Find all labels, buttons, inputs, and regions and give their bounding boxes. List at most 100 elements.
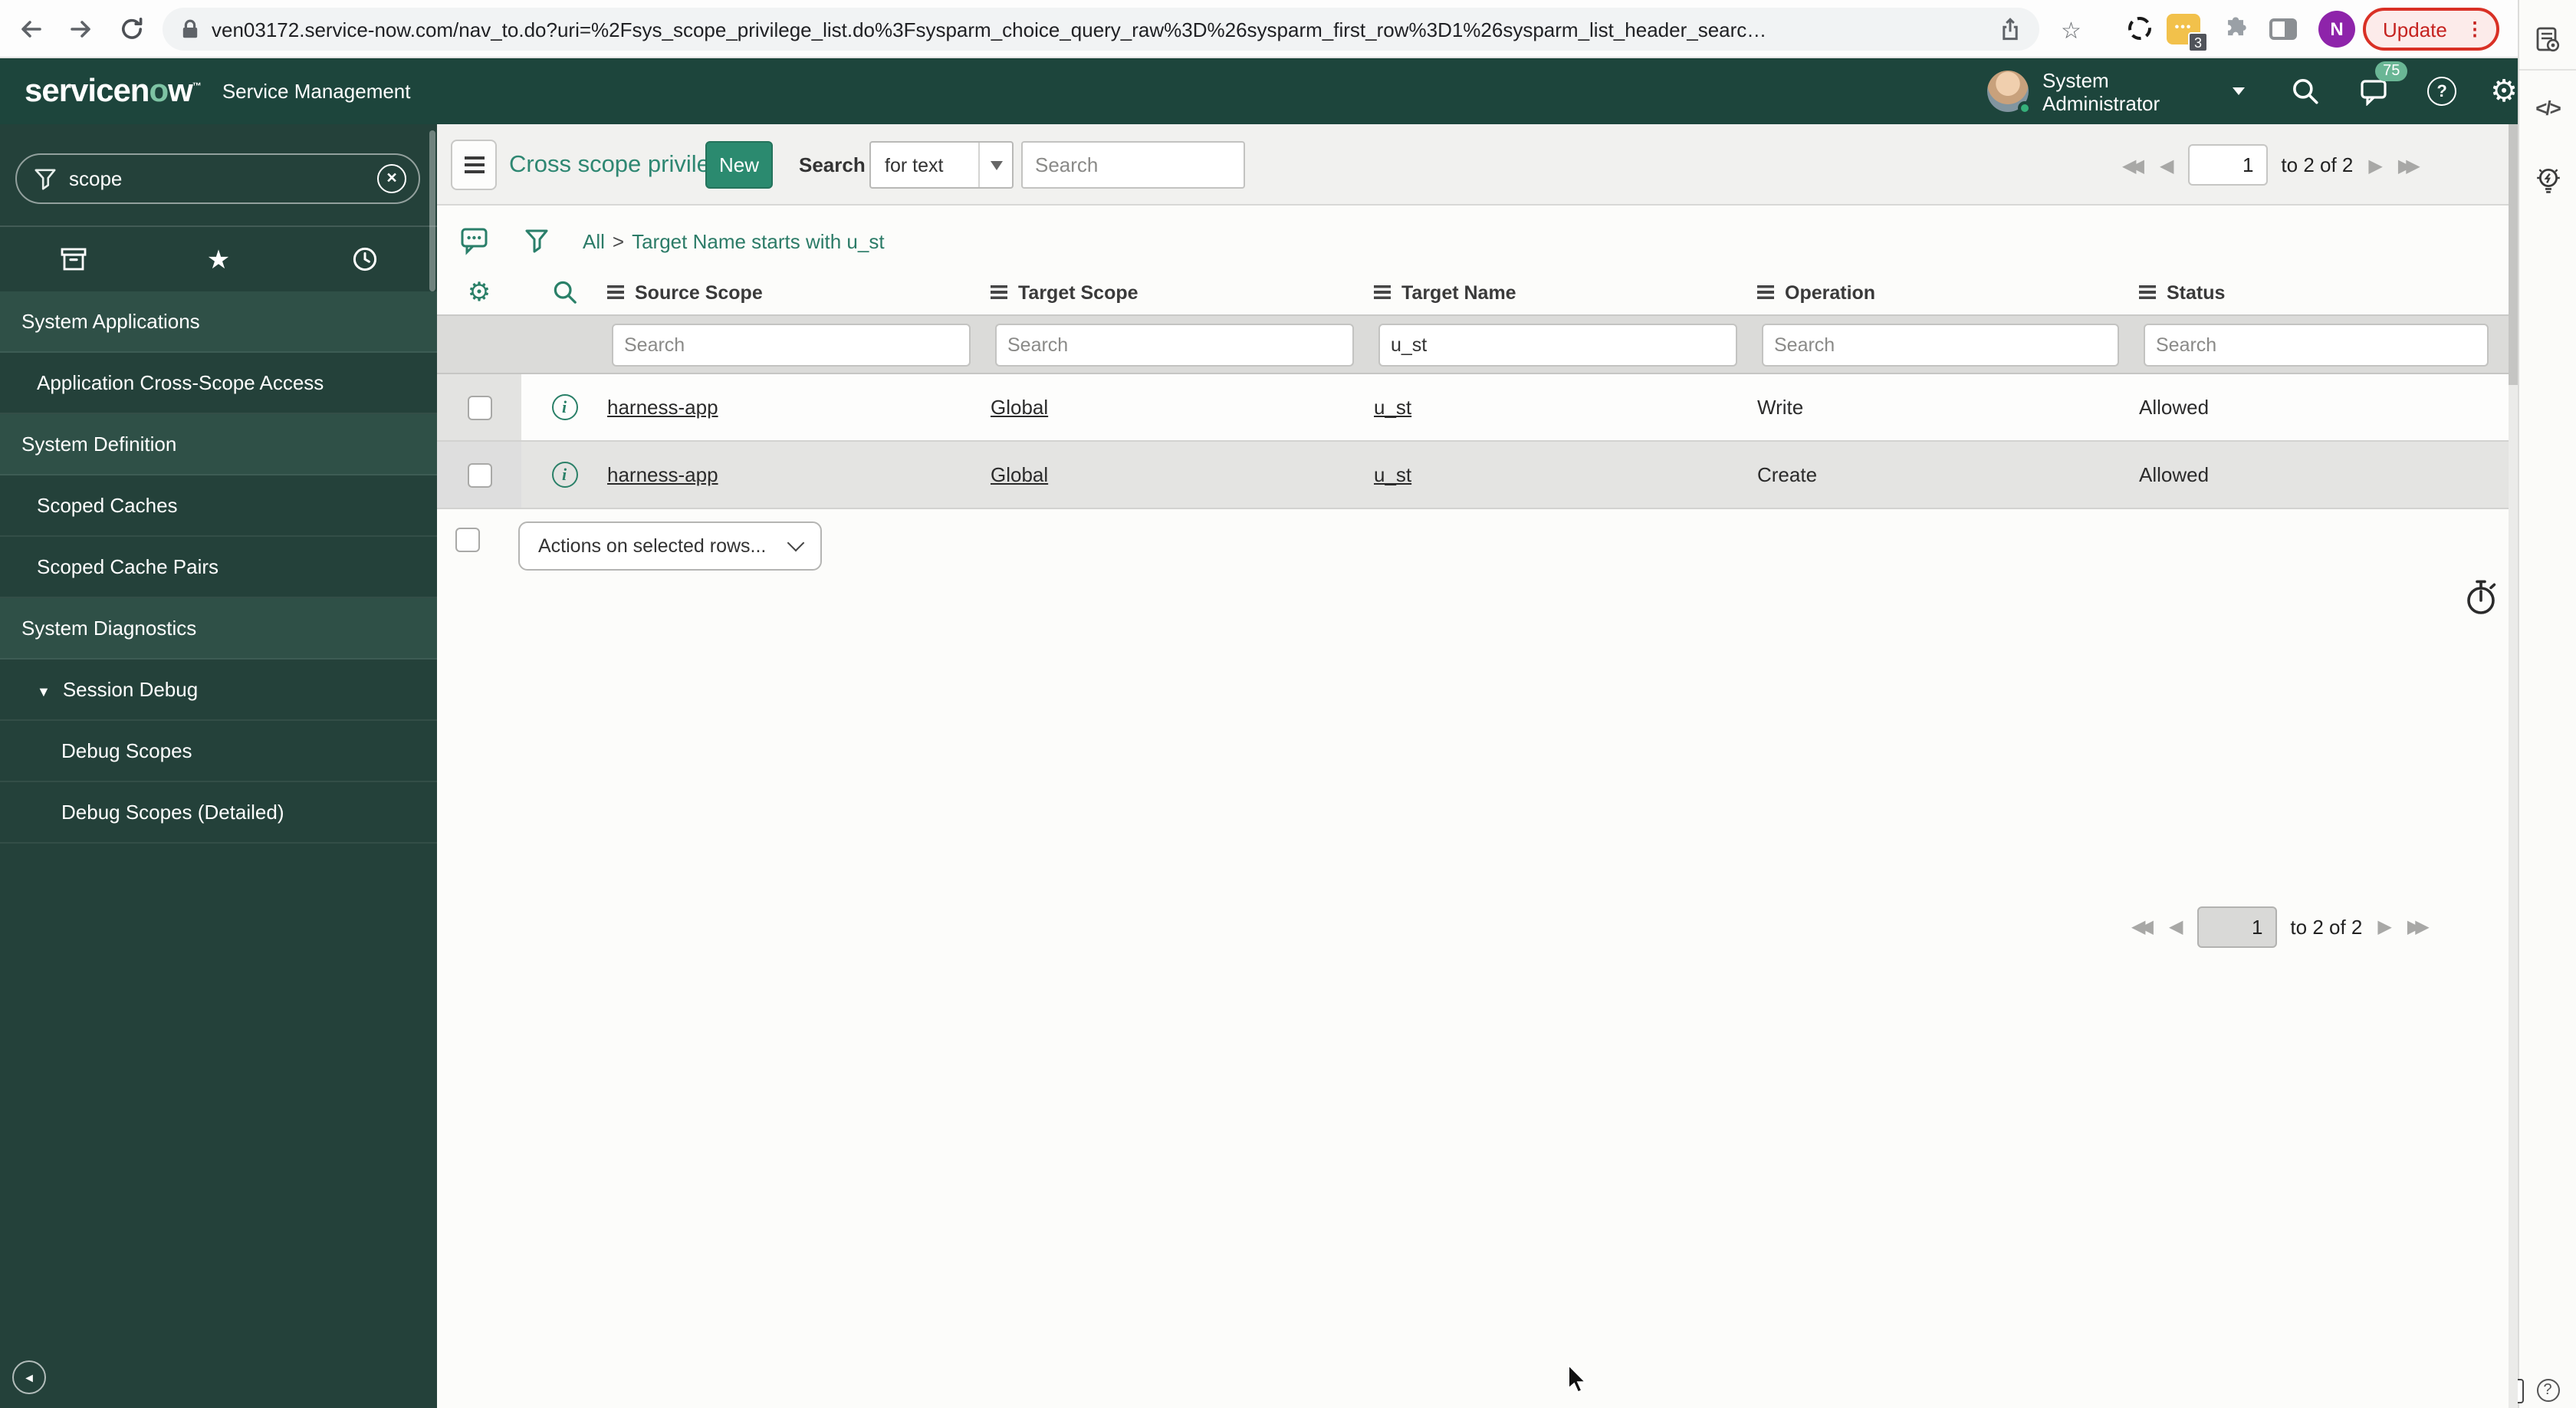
user-avatar[interactable] <box>1987 71 2032 115</box>
url-text[interactable]: ven03172.service-now.com/nav_to.do?uri=%… <box>212 18 1987 41</box>
extensions-puzzle-icon[interactable] <box>2223 14 2252 43</box>
page-number-input[interactable] <box>2187 144 2268 186</box>
first-page-icon[interactable]: ◀◀ <box>2122 154 2144 176</box>
navigator-tabs: ★ <box>0 225 437 291</box>
record-info-icon[interactable]: i <box>551 394 577 420</box>
select-chevron-icon <box>787 534 805 552</box>
column-header-target-scope[interactable]: Target Scope <box>991 281 1374 303</box>
column-menu-icon[interactable] <box>991 285 1007 299</box>
user-menu[interactable]: System Administrator <box>2042 68 2220 114</box>
next-page-icon[interactable]: ▶ <box>2377 916 2391 937</box>
address-bar[interactable]: ven03172.service-now.com/nav_to.do?uri=%… <box>163 8 2039 51</box>
help-mini-icon[interactable]: ? <box>2536 1379 2559 1402</box>
global-search-icon[interactable] <box>2291 77 2320 106</box>
breadcrumb-filter-link[interactable]: Target Name starts with u_st <box>632 229 884 252</box>
breadcrumb: All > Target Name starts with u_st <box>583 229 885 252</box>
filter-status-input[interactable] <box>2144 323 2489 366</box>
list-settings-gear-icon[interactable]: ⚙ <box>437 279 521 305</box>
filter-source-scope-input[interactable] <box>612 323 971 366</box>
page-range-label: to 2 of 2 <box>2290 915 2363 938</box>
tab-favorites[interactable]: ★ <box>146 246 291 272</box>
actions-select[interactable]: Actions on selected rows... <box>518 521 822 571</box>
target-name-link[interactable]: u_st <box>1374 463 1411 486</box>
sidebar-item-system-diagnostics[interactable]: System Diagnostics <box>0 598 437 660</box>
source-scope-link[interactable]: harness-app <box>607 463 718 486</box>
sidebar-item-session-debug[interactable]: ▼ Session Debug <box>0 660 437 721</box>
sidebar-item-scoped-caches[interactable]: Scoped Caches <box>0 475 437 537</box>
sidebar-item-system-definition[interactable]: System Definition <box>0 414 437 475</box>
list-chat-icon[interactable] <box>460 226 491 255</box>
next-page-icon[interactable]: ▶ <box>2368 154 2382 176</box>
column-search-toggle-icon[interactable] <box>521 279 607 305</box>
browser-profile-avatar[interactable]: N <box>2318 11 2355 48</box>
reading-list-icon[interactable] <box>2534 26 2561 54</box>
target-name-link[interactable]: u_st <box>1374 396 1411 419</box>
operation-cell: Create <box>1757 463 1818 486</box>
notes-extension-icon[interactable]: ••• 3 <box>2167 14 2208 52</box>
column-menu-icon[interactable] <box>2139 285 2156 299</box>
sidebar-item-application-cross-scope-access[interactable]: Application Cross-Scope Access <box>0 353 437 414</box>
lightbulb-icon[interactable] <box>2532 164 2563 198</box>
column-header-target-name[interactable]: Target Name <box>1374 281 1757 303</box>
browser-forward-icon[interactable] <box>67 15 95 43</box>
record-info-icon[interactable]: i <box>551 462 577 488</box>
sidebar-item-debug-scopes[interactable]: Debug Scopes <box>0 721 437 782</box>
page-number-input[interactable] <box>2196 906 2277 947</box>
column-menu-icon[interactable] <box>1757 285 1774 299</box>
target-scope-link[interactable]: Global <box>991 396 1048 419</box>
source-scope-link[interactable]: harness-app <box>607 396 718 419</box>
navigator-filter-box[interactable]: ✕ <box>15 153 420 204</box>
browser-back-icon[interactable] <box>17 15 44 43</box>
navigator-filter-input[interactable] <box>69 167 365 190</box>
chat-icon[interactable]: 75 <box>2360 61 2408 105</box>
collapse-sidebar-button[interactable]: ◄ <box>12 1360 46 1394</box>
sidebar-item-scoped-cache-pairs[interactable]: Scoped Cache Pairs <box>0 537 437 598</box>
new-record-button[interactable]: New <box>705 141 773 189</box>
servicenow-logo[interactable]: servicenow™ <box>25 73 202 110</box>
column-menu-icon[interactable] <box>1374 285 1391 299</box>
browser-update-button[interactable]: Update ⋮ <box>2363 8 2499 51</box>
code-icon[interactable]: </> <box>2535 97 2561 120</box>
filter-target-scope-input[interactable] <box>995 323 1354 366</box>
prev-page-icon[interactable]: ◀ <box>2169 916 2183 937</box>
sidebar-item-system-applications[interactable]: System Applications <box>0 291 437 353</box>
list-context-menu-button[interactable] <box>451 140 497 190</box>
browser-menu-dots-icon[interactable]: ⋮ <box>2466 18 2484 40</box>
browser-reload-icon[interactable] <box>118 15 146 43</box>
side-panel-icon[interactable] <box>2269 18 2297 40</box>
select-all-checkbox[interactable] <box>455 528 480 552</box>
content-scrollbar[interactable] <box>2509 124 2518 1408</box>
user-menu-caret-icon[interactable] <box>2233 87 2246 95</box>
search-mode-select[interactable]: for text <box>869 141 1014 189</box>
sidebar-item-debug-scopes-detailed[interactable]: Debug Scopes (Detailed) <box>0 782 437 844</box>
loading-extension-icon[interactable] <box>2128 17 2151 40</box>
row-checkbox[interactable] <box>467 395 491 419</box>
clear-filter-icon[interactable]: ✕ <box>377 164 406 193</box>
first-page-icon[interactable]: ◀◀ <box>2131 916 2154 937</box>
filter-target-name-input[interactable] <box>1378 323 1737 366</box>
settings-gear-icon[interactable]: ⚙ <box>2490 76 2518 107</box>
share-icon[interactable] <box>1999 17 2021 41</box>
select-caret-icon[interactable] <box>978 143 1012 187</box>
list-search-input[interactable] <box>1021 141 1245 189</box>
column-header-status[interactable]: Status <box>2139 281 2509 303</box>
last-page-icon[interactable]: ▶▶ <box>2398 154 2420 176</box>
column-header-source-scope[interactable]: Source Scope <box>607 281 991 303</box>
bookmark-star-icon[interactable]: ☆ <box>2061 17 2082 44</box>
response-time-icon[interactable] <box>2464 578 2499 617</box>
last-page-icon[interactable]: ▶▶ <box>2407 916 2430 937</box>
help-icon[interactable]: ? <box>2427 77 2457 106</box>
column-header-operation[interactable]: Operation <box>1757 281 2139 303</box>
tab-all-applications[interactable] <box>0 246 146 272</box>
prev-page-icon[interactable]: ◀ <box>2160 154 2174 176</box>
sidebar-scrollbar[interactable] <box>429 130 435 291</box>
breadcrumb-all-link[interactable]: All <box>583 229 605 252</box>
tab-history[interactable] <box>291 245 437 273</box>
application-navigator: ✕ ★ System Applications Application Cros… <box>0 124 437 1408</box>
breadcrumb-funnel-icon[interactable] <box>524 228 549 254</box>
column-menu-icon[interactable] <box>607 285 624 299</box>
row-checkbox[interactable] <box>467 462 491 487</box>
target-scope-link[interactable]: Global <box>991 463 1048 486</box>
mouse-cursor <box>1567 1364 1590 1396</box>
filter-operation-input[interactable] <box>1762 323 2119 366</box>
